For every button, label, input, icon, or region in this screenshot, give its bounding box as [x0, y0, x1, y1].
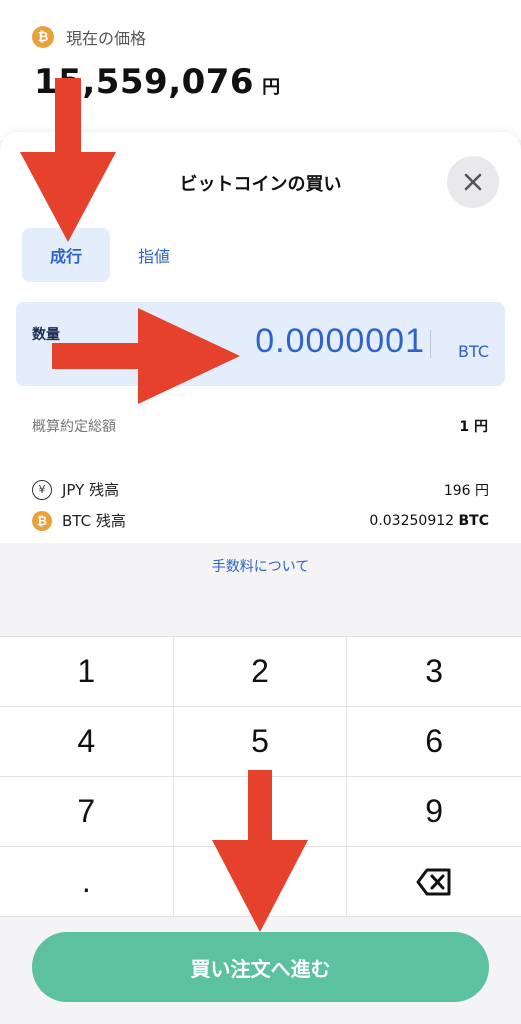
bitcoin-icon: ₿	[32, 26, 54, 48]
btc-balance-value: 0.03250912 BTC	[369, 513, 489, 529]
jpy-balance-row: ¥ JPY 残高 196 円	[32, 479, 489, 500]
close-icon	[464, 173, 482, 191]
price-unit: 円	[262, 77, 281, 98]
btc-balance-amount: 0.03250912	[369, 512, 455, 529]
key-4[interactable]: 4	[0, 707, 174, 777]
bitcoin-icon: ₿	[32, 510, 52, 531]
quantity-unit: BTC	[458, 342, 489, 361]
quantity-value: 0.0000001	[255, 322, 425, 360]
tab-limit-order[interactable]: 指値	[118, 228, 190, 282]
price-label: 現在の価格	[66, 29, 147, 48]
balances-section: ¥ JPY 残高 196 円 ₿ BTC 残高 0.03250912 BTC	[0, 467, 521, 543]
btc-balance-unit: BTC	[458, 512, 490, 529]
btc-balance-row: ₿ BTC 残高 0.03250912 BTC	[32, 510, 489, 531]
backspace-icon	[416, 868, 451, 895]
key-6[interactable]: 6	[347, 707, 521, 777]
jpy-balance-value: 196 円	[443, 482, 489, 499]
estimate-value: 1 円	[459, 419, 488, 435]
text-caret	[430, 330, 431, 358]
estimate-label: 概算約定総額	[32, 419, 116, 435]
key-1[interactable]: 1	[0, 637, 174, 707]
buy-order-button[interactable]: 買い注文へ進む	[32, 932, 489, 1002]
key-3[interactable]: 3	[347, 637, 521, 707]
price-label-row: ₿ 現在の価格	[32, 25, 146, 49]
key-7[interactable]: 7	[0, 777, 174, 847]
key-5[interactable]: 5	[173, 707, 348, 777]
annotation-arrow-down-button	[212, 770, 308, 932]
key-9[interactable]: 9	[347, 777, 521, 847]
close-button[interactable]	[447, 156, 499, 208]
btc-balance-label: BTC 残高	[62, 512, 126, 530]
key-backspace[interactable]	[347, 847, 521, 917]
jpy-balance-label: JPY 残高	[62, 481, 120, 499]
annotation-arrow-down-tabs	[20, 78, 116, 242]
key-decimal[interactable]: .	[0, 847, 174, 917]
key-2[interactable]: 2	[173, 637, 348, 707]
fee-info-link[interactable]: 手数料について	[0, 556, 521, 576]
yen-icon: ¥	[32, 479, 52, 500]
annotation-arrow-right-quantity	[52, 308, 240, 404]
